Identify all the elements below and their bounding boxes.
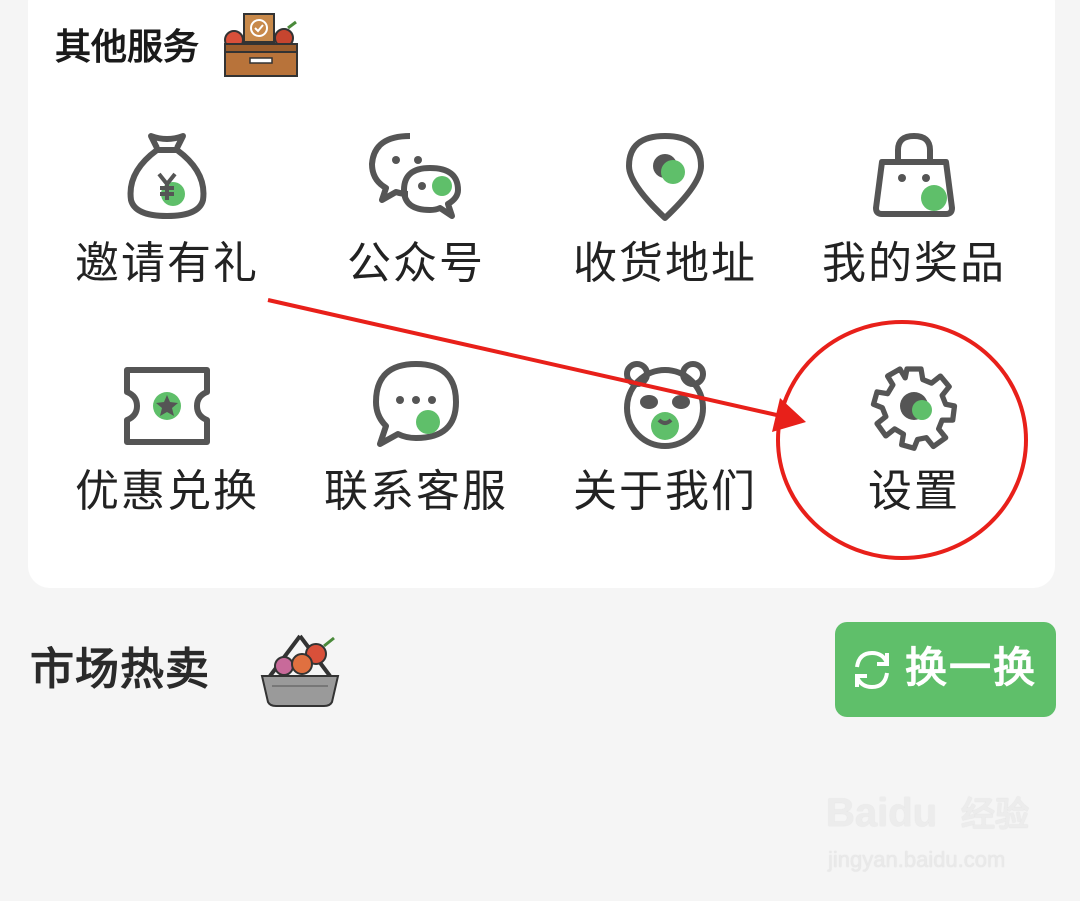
refresh-icon xyxy=(855,650,889,690)
panda-icon xyxy=(624,361,706,449)
grid-item-label: 邀请有礼 xyxy=(75,238,259,289)
coupon-ticket-icon xyxy=(124,367,210,445)
watermark-sub: 经验 xyxy=(961,795,1029,835)
market-hot-title: 市场热卖 xyxy=(30,644,210,695)
grid-item-my-prizes[interactable]: 我的奖品 xyxy=(789,128,1039,328)
basket-icon xyxy=(260,634,340,707)
grid-item-label: 设置 xyxy=(868,466,960,517)
grid-item-shipping-address[interactable]: 收货地址 xyxy=(540,128,790,328)
grid-item-label: 收货地址 xyxy=(573,238,757,289)
gear-icon xyxy=(870,366,958,451)
grid-item-official-account[interactable]: 公众号 xyxy=(291,128,541,328)
grid-item-label: 优惠兑换 xyxy=(75,466,259,517)
watermark-url: jingyan.baidu.com xyxy=(828,847,1006,872)
wechat-icon xyxy=(369,133,461,219)
refresh-button[interactable]: 换一换 xyxy=(835,622,1056,717)
other-services-title: 其他服务 xyxy=(55,27,200,68)
grid-item-label: 关于我们 xyxy=(573,466,757,517)
location-pin-icon xyxy=(626,133,704,221)
grid-item-coupon-exchange[interactable]: 优惠兑换 xyxy=(42,356,292,556)
grid-item-invite[interactable]: 邀请有礼 xyxy=(42,128,292,328)
grid-item-customer-service[interactable]: 联系客服 xyxy=(291,356,541,556)
grid-item-settings[interactable]: 设置 xyxy=(789,356,1039,556)
baidu-jingyan-watermark: Baidu 经验 jingyan.baidu.com xyxy=(826,780,1046,880)
grid-item-label: 公众号 xyxy=(347,238,485,289)
grid-item-label: 我的奖品 xyxy=(822,238,1006,289)
watermark-brand: Baidu xyxy=(826,791,938,835)
chat-bubble-icon xyxy=(373,361,459,447)
grid-item-label: 联系客服 xyxy=(324,466,508,517)
drawer-box-icon xyxy=(224,13,298,77)
shopping-bag-icon xyxy=(873,132,955,217)
grid-item-about-us[interactable]: 关于我们 xyxy=(540,356,790,556)
money-bag-icon xyxy=(127,133,207,219)
refresh-label: 换一换 xyxy=(905,643,1038,692)
